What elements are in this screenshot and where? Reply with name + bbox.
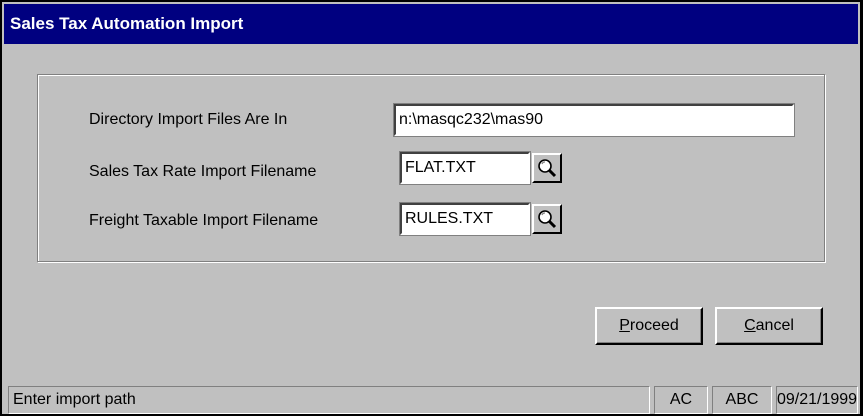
status-message: Enter import path bbox=[8, 386, 650, 414]
rate-file-input[interactable]: FLAT.TXT bbox=[399, 151, 531, 185]
proceed-button[interactable]: Proceed bbox=[595, 307, 703, 345]
magnifier-icon bbox=[538, 210, 557, 229]
cancel-button[interactable]: Cancel bbox=[715, 307, 823, 345]
proceed-accel: P bbox=[619, 317, 630, 334]
status-bar: Enter import path AC ABC 09/21/1999 bbox=[4, 384, 860, 416]
proceed-label: roceed bbox=[629, 317, 679, 334]
window-title: Sales Tax Automation Import bbox=[10, 14, 244, 33]
dialog-window: Sales Tax Automation Import Directory Im… bbox=[0, 0, 863, 416]
freight-file-label: Freight Taxable Import Filename bbox=[89, 212, 319, 229]
directory-input[interactable]: n:\masqc232\mas90 bbox=[393, 103, 795, 137]
rate-file-lookup-button[interactable] bbox=[532, 153, 562, 183]
title-bar[interactable]: Sales Tax Automation Import bbox=[4, 4, 858, 44]
cancel-accel: C bbox=[744, 317, 756, 334]
directory-label: Directory Import Files Are In bbox=[89, 111, 288, 128]
freight-file-lookup-button[interactable] bbox=[532, 204, 562, 234]
freight-file-input[interactable]: RULES.TXT bbox=[399, 202, 531, 236]
cancel-label: ancel bbox=[755, 317, 794, 334]
rate-file-label: Sales Tax Rate Import Filename bbox=[89, 163, 317, 180]
status-mode: ABC bbox=[712, 386, 772, 414]
status-company: AC bbox=[654, 386, 708, 414]
magnifier-icon bbox=[538, 159, 557, 178]
status-date: 09/21/1999 bbox=[776, 386, 858, 414]
